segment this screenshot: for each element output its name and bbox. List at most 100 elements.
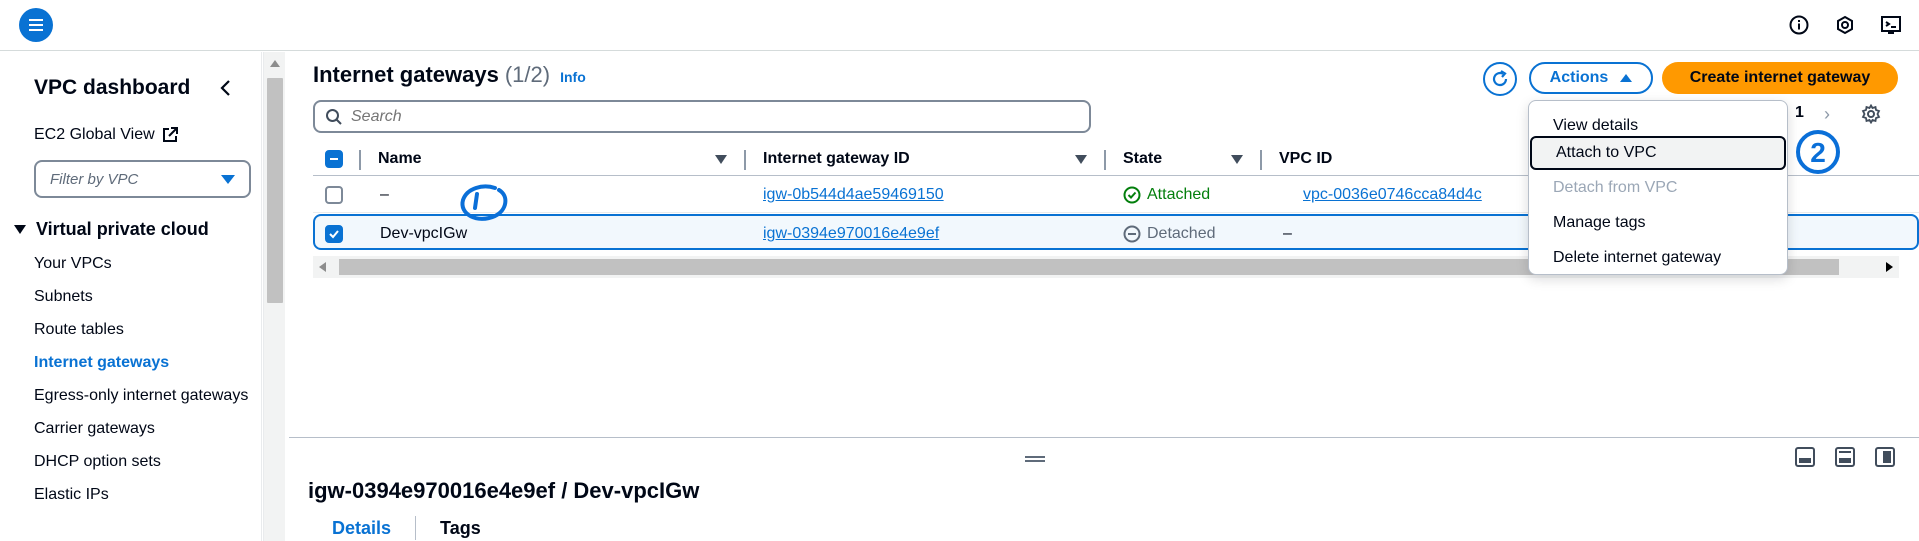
notifications-button[interactable] [1833, 13, 1857, 37]
terminal-icon [1881, 16, 1901, 34]
row-select-cell [325, 177, 343, 213]
search-icon [326, 108, 342, 125]
cell-vpc-id-link[interactable]: vpc-0036e0746cca84d4c [1303, 177, 1482, 213]
split-panel-divider[interactable] [289, 437, 1919, 438]
cell-vpc-id: – [1283, 225, 1292, 242]
page-title: Internet gateways (1/2) Info [313, 62, 586, 88]
refresh-button[interactable] [1483, 62, 1517, 96]
search-input[interactable] [351, 107, 1051, 126]
section-label: Virtual private cloud [36, 219, 209, 239]
bell-icon [1837, 15, 1853, 35]
cell-state: Detached [1123, 216, 1216, 252]
menu-item-manage-tags[interactable]: Manage tags [1529, 206, 1787, 240]
menu-item-attach-to-vpc[interactable]: Attach to VPC [1530, 136, 1786, 170]
ec2-global-view-link[interactable]: EC2 Global View [34, 126, 179, 144]
column-header-vpc-id[interactable]: VPC ID [1279, 142, 1332, 176]
row-checkbox[interactable] [325, 186, 343, 204]
actions-dropdown-menu: View details Attach to VPC Detach from V… [1528, 100, 1788, 275]
menu-item-delete-internet-gateway[interactable]: Delete internet gateway [1529, 241, 1787, 275]
caret-down-icon [14, 225, 26, 234]
external-link-icon [162, 127, 178, 142]
split-panel-resize-handle[interactable] [1025, 456, 1045, 462]
column-separator[interactable] [359, 150, 361, 170]
sidebar-title[interactable]: VPC dashboard [34, 76, 190, 100]
split-side-icon[interactable] [1875, 447, 1895, 467]
select-all-checkbox[interactable] [325, 150, 343, 168]
sidebar-item-carrier-gateways[interactable]: Carrier gateways [34, 417, 254, 441]
table-settings-button[interactable] [1861, 103, 1881, 125]
success-check-icon [1123, 186, 1141, 204]
gear-icon [1861, 103, 1881, 125]
cell-igw-id-link[interactable]: igw-0394e970016e4e9ef [763, 216, 939, 252]
sidebar-item-subnets[interactable]: Subnets [34, 285, 254, 309]
info-link[interactable]: Info [560, 69, 586, 85]
column-header-state[interactable]: State [1123, 142, 1162, 176]
check-icon [329, 230, 339, 239]
cell-name: – [380, 186, 389, 203]
sidebar-scrollbar[interactable] [263, 52, 285, 541]
chevron-left-icon [220, 80, 230, 96]
stopped-icon [1123, 225, 1141, 243]
split-bottom-icon[interactable] [1795, 447, 1815, 467]
row-select-cell [325, 216, 343, 252]
sidebar-nav-list: Your VPCs Subnets Route tables Internet … [34, 252, 254, 516]
sidebar-item-elastic-ips[interactable]: Elastic IPs [34, 483, 254, 507]
filter-by-vpc-placeholder: Filter by VPC [50, 170, 139, 188]
cell-name: Dev-vpcIGw [380, 225, 468, 242]
select-all-column [325, 142, 343, 176]
info-button[interactable] [1787, 13, 1811, 37]
sort-caret-icon[interactable] [1231, 155, 1243, 164]
search-box[interactable] [313, 100, 1091, 133]
refresh-icon [1492, 70, 1508, 87]
side-navigation: VPC dashboard EC2 Global View Filter by … [0, 52, 262, 541]
minus-icon [330, 158, 338, 160]
info-icon [1789, 15, 1809, 35]
detail-panel-tabs: Details Tags [332, 516, 505, 540]
detail-panel-title: igw-0394e970016e4e9ef / Dev-vpcIGw [308, 478, 700, 503]
sidebar-item-route-tables[interactable]: Route tables [34, 318, 254, 342]
row-checkbox[interactable] [325, 225, 343, 243]
state-label: Attached [1147, 186, 1211, 203]
page-number[interactable]: 1 [1795, 104, 1804, 122]
menu-item-detach-from-vpc: Detach from VPC [1553, 179, 1678, 196]
sidebar-collapse-button[interactable] [216, 76, 236, 100]
sidebar-scroll-thumb[interactable] [267, 78, 283, 303]
create-internet-gateway-button[interactable]: Create internet gateway [1662, 62, 1898, 94]
scroll-up-arrow-icon[interactable] [270, 60, 280, 67]
sort-caret-icon[interactable] [715, 155, 727, 164]
state-label: Detached [1147, 225, 1216, 242]
column-header-igw-id[interactable]: Internet gateway ID [763, 142, 910, 176]
scroll-right-arrow-icon[interactable] [1886, 262, 1893, 272]
page-title-text: Internet gateways [313, 62, 499, 87]
scroll-left-arrow-icon[interactable] [319, 262, 326, 272]
hamburger-icon [29, 19, 43, 31]
tab-separator [415, 516, 417, 540]
caret-down-icon [221, 174, 235, 184]
column-separator[interactable] [1260, 150, 1262, 170]
column-separator[interactable] [1104, 150, 1106, 170]
sidebar-item-your-vpcs[interactable]: Your VPCs [34, 252, 254, 276]
cell-state: Attached [1123, 177, 1210, 213]
sidebar-item-internet-gateways[interactable]: Internet gateways [34, 351, 254, 375]
ec2-global-view-label: EC2 Global View [34, 126, 155, 143]
next-page-icon[interactable]: › [1824, 104, 1830, 125]
tab-tags[interactable]: Tags [440, 518, 505, 540]
filter-by-vpc-select[interactable]: Filter by VPC [34, 160, 251, 198]
selection-count: (1/2) [504, 62, 551, 87]
menu-button[interactable] [19, 8, 53, 42]
top-navigation-bar [0, 0, 1919, 51]
tab-details[interactable]: Details [332, 518, 415, 540]
section-virtual-private-cloud[interactable]: Virtual private cloud [14, 219, 209, 240]
cell-igw-id-link[interactable]: igw-0b544d4ae59469150 [763, 177, 944, 213]
actions-label: Actions [1549, 69, 1609, 86]
sidebar-item-egress-only-internet-gateways[interactable]: Egress-only internet gateways [34, 384, 254, 408]
sidebar-item-dhcp-option-sets[interactable]: DHCP option sets [34, 450, 254, 474]
cloudshell-button[interactable] [1879, 13, 1903, 37]
column-header-name[interactable]: Name [378, 142, 422, 176]
column-separator[interactable] [744, 150, 746, 170]
sort-caret-icon[interactable] [1075, 155, 1087, 164]
caret-up-icon [1620, 74, 1633, 82]
split-center-icon[interactable] [1835, 447, 1855, 467]
split-panel-position-controls [1795, 447, 1895, 467]
actions-button[interactable]: Actions [1529, 62, 1653, 94]
